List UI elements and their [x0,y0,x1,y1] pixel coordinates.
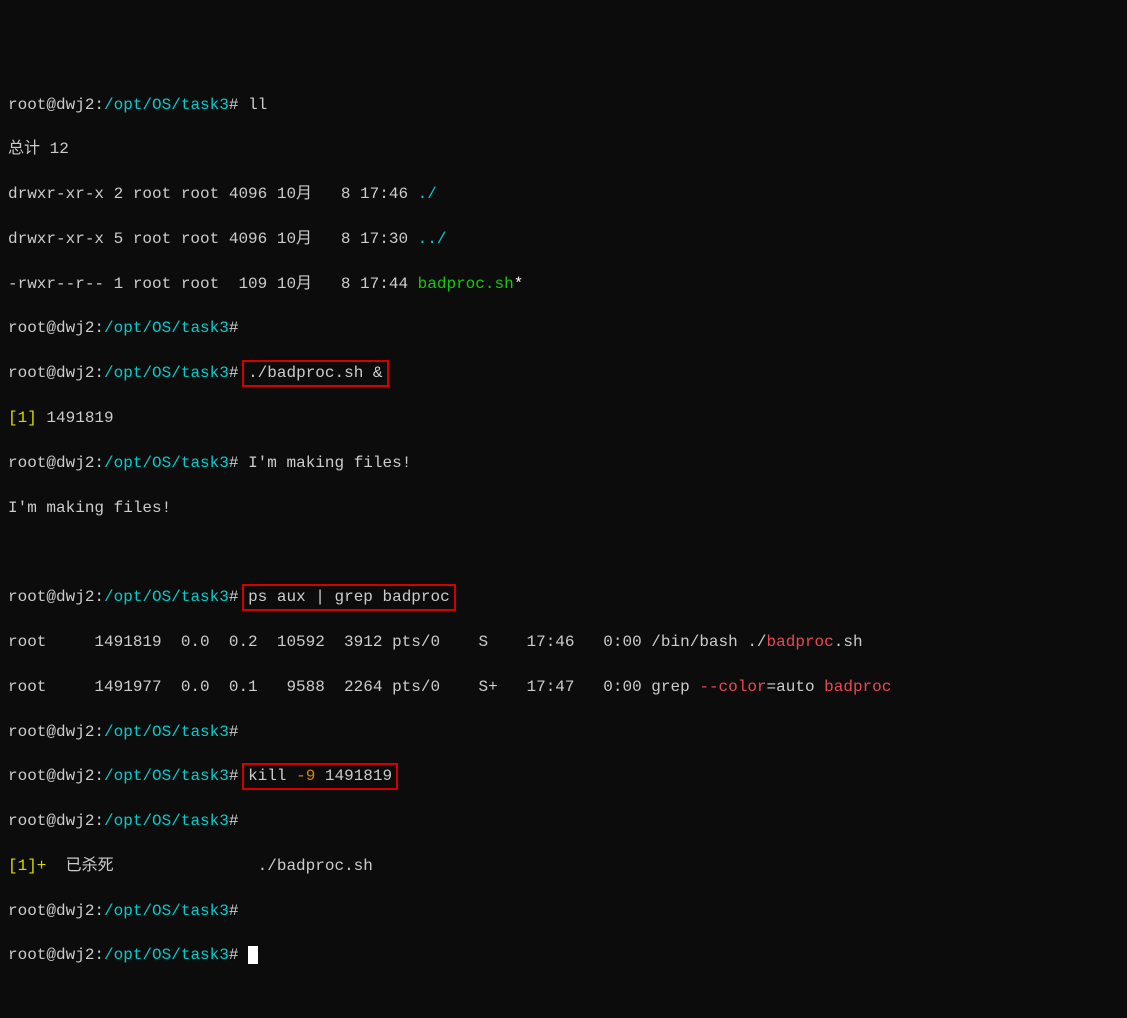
job-launch: [1] 1491819 [8,407,1119,429]
empty-prompt-3: root@dwj2:/opt/OS/task3# [8,810,1119,832]
file-badproc: badproc.sh [418,275,514,293]
dir-current: ./ [418,185,437,203]
ls-row-2: drwxr-xr-x 5 root root 4096 10月 8 17:30 … [8,228,1119,250]
ps-row-1: root 1491819 0.0 0.2 10592 3912 pts/0 S … [8,631,1119,653]
match-badproc-2: badproc [824,678,891,696]
ls-row-1: drwxr-xr-x 2 root root 4096 10月 8 17:46 … [8,183,1119,205]
line-ps: root@dwj2:/opt/OS/task3# ps aux | grep b… [8,586,1119,608]
empty-prompt-2: root@dwj2:/opt/OS/task3# [8,721,1119,743]
line-run: root@dwj2:/opt/OS/task3# ./badproc.sh & [8,362,1119,384]
active-prompt[interactable]: root@dwj2:/opt/OS/task3# [8,944,1119,966]
cmd-run[interactable]: ./badproc.sh & [248,364,382,382]
line-kill: root@dwj2:/opt/OS/task3# kill -9 1491819 [8,765,1119,787]
ps-row-2: root 1491977 0.0 0.1 9588 2264 pts/0 S+ … [8,676,1119,698]
total-line: 总计 12 [8,138,1119,160]
killed-line: [1]+ 已杀死 ./badproc.sh [8,855,1119,877]
highlight-kill: kill -9 1491819 [242,763,398,789]
ls-row-3: -rwxr--r-- 1 root root 109 10月 8 17:44 b… [8,273,1119,295]
line-making-1: root@dwj2:/opt/OS/task3# I'm making file… [8,452,1119,474]
job-id-killed: [1]+ [8,857,66,875]
cmd-kill[interactable]: kill -9 1491819 [248,767,392,785]
highlight-ps: ps aux | grep badproc [242,584,456,610]
empty-prompt-4: root@dwj2:/opt/OS/task3# [8,900,1119,922]
prompt-user: root@dwj2: [8,96,104,114]
output-making-1: I'm making files! [248,454,411,472]
cmd-ps[interactable]: ps aux | grep badproc [248,588,450,606]
match-badproc-1: badproc [767,633,834,651]
kill-flag: -9 [296,767,315,785]
prompt-sym: # [229,96,239,114]
blank-line [8,541,1119,563]
cmd-ll[interactable]: ll [248,96,267,114]
flag-color: --color [699,678,766,696]
job-id: [1] [8,409,37,427]
prompt-cwd: /opt/OS/task3 [104,96,229,114]
cursor[interactable] [248,946,258,964]
output-making-2: I'm making files! [8,497,1119,519]
dir-parent: ../ [418,230,447,248]
line-ll: root@dwj2:/opt/OS/task3# ll [8,94,1119,116]
empty-prompt-1: root@dwj2:/opt/OS/task3# [8,317,1119,339]
highlight-run: ./badproc.sh & [242,360,388,386]
